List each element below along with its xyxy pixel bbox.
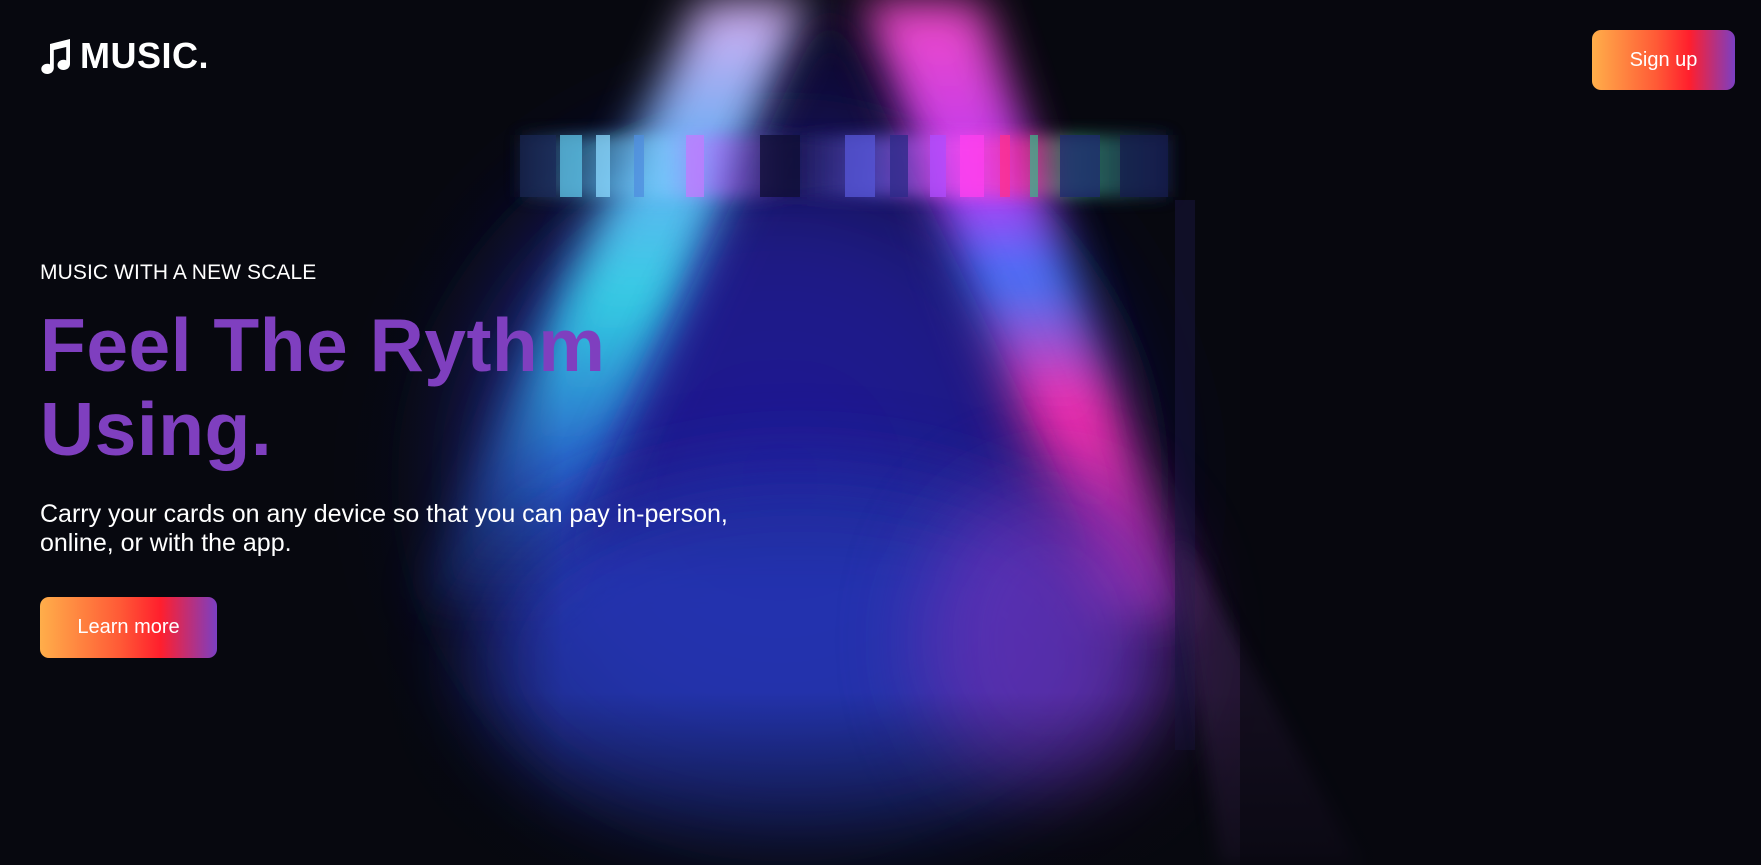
navbar: MUSIC. Sign up <box>0 0 1761 120</box>
brand-logo-link[interactable]: MUSIC. <box>39 38 209 74</box>
hero-headline-line-1: Feel The Rythm <box>40 303 606 387</box>
hero-content: MUSIC WITH A NEW SCALE Feel The Rythm Us… <box>40 262 800 558</box>
learn-more-button[interactable]: Learn more <box>40 597 217 658</box>
hero-description: Carry your cards on any device so that y… <box>40 500 728 557</box>
hero-headline-line-2: Using. <box>40 387 273 471</box>
hero-eyebrow: MUSIC WITH A NEW SCALE <box>40 261 317 284</box>
signup-button[interactable]: Sign up <box>1592 30 1735 90</box>
hero-section: MUSIC. Sign up MUSIC WITH A NEW SCALE Fe… <box>0 0 1761 865</box>
brand-name: MUSIC. <box>80 35 209 76</box>
hero-headline: Feel The Rythm Using. <box>40 303 800 471</box>
music-note-icon <box>41 39 70 74</box>
